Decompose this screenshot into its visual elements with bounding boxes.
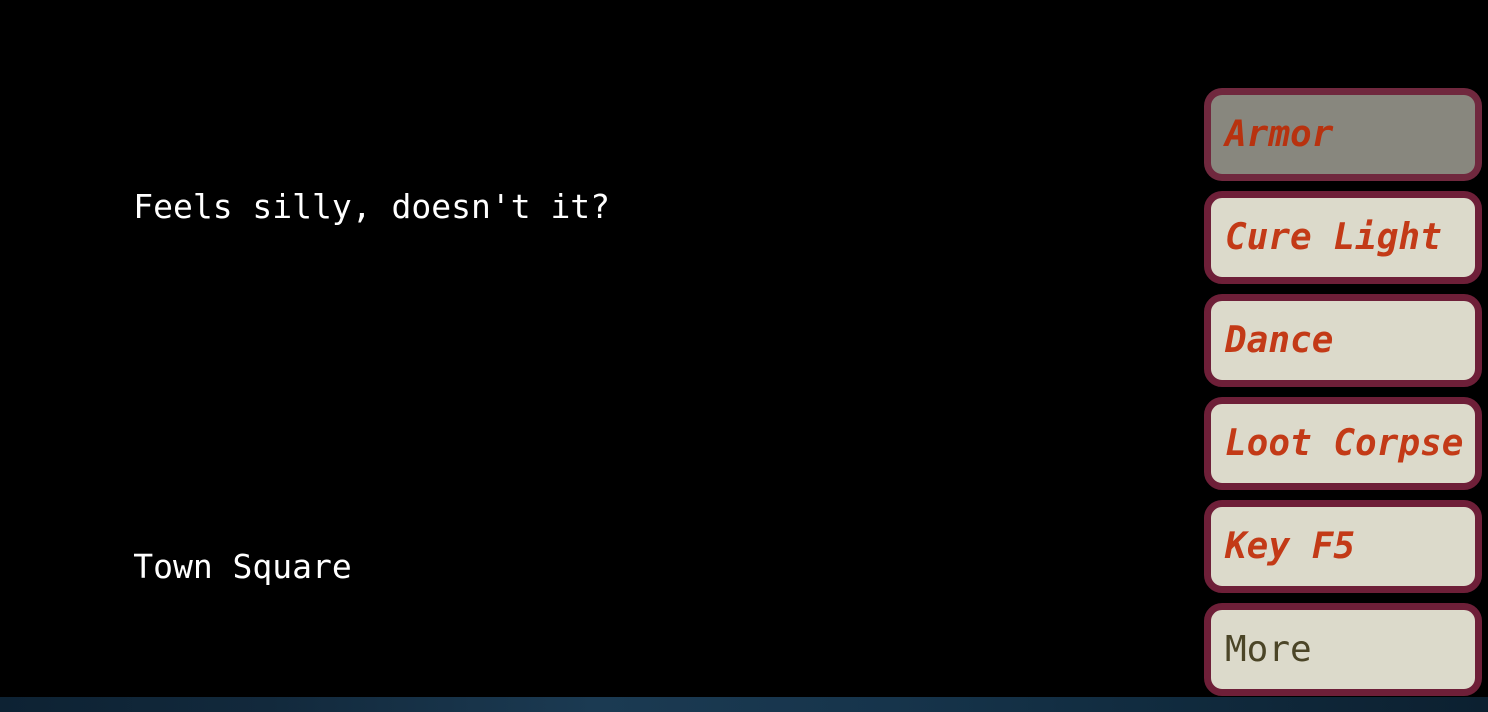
button-label: Loot Corpse bbox=[1225, 422, 1464, 464]
button-label: More bbox=[1225, 628, 1312, 670]
button-label: Dance bbox=[1225, 319, 1334, 361]
line-text: Town Square bbox=[133, 547, 352, 586]
system-navigation-bar bbox=[0, 697, 1488, 712]
quick-command-button-dance[interactable]: Dance bbox=[1204, 294, 1482, 387]
button-label: Armor bbox=[1225, 113, 1334, 155]
button-label: Cure Light bbox=[1225, 216, 1442, 258]
quick-command-button-column: Armor Cure Light Dance Loot Corpse Key F… bbox=[1204, 88, 1482, 696]
quick-command-button-loot-corpse[interactable]: Loot Corpse bbox=[1204, 397, 1482, 490]
line-text: Feels silly, doesn't it? bbox=[133, 187, 611, 226]
quick-command-button-cure-light[interactable]: Cure Light bbox=[1204, 191, 1482, 284]
quick-command-button-key-f5[interactable]: Key F5 bbox=[1204, 500, 1482, 593]
button-label: Key F5 bbox=[1225, 525, 1356, 567]
quick-command-button-more[interactable]: More bbox=[1204, 603, 1482, 696]
mud-client-screen: Feels silly, doesn't it? Town Square You… bbox=[0, 0, 1488, 712]
quick-command-button-armor[interactable]: Armor bbox=[1204, 88, 1482, 181]
